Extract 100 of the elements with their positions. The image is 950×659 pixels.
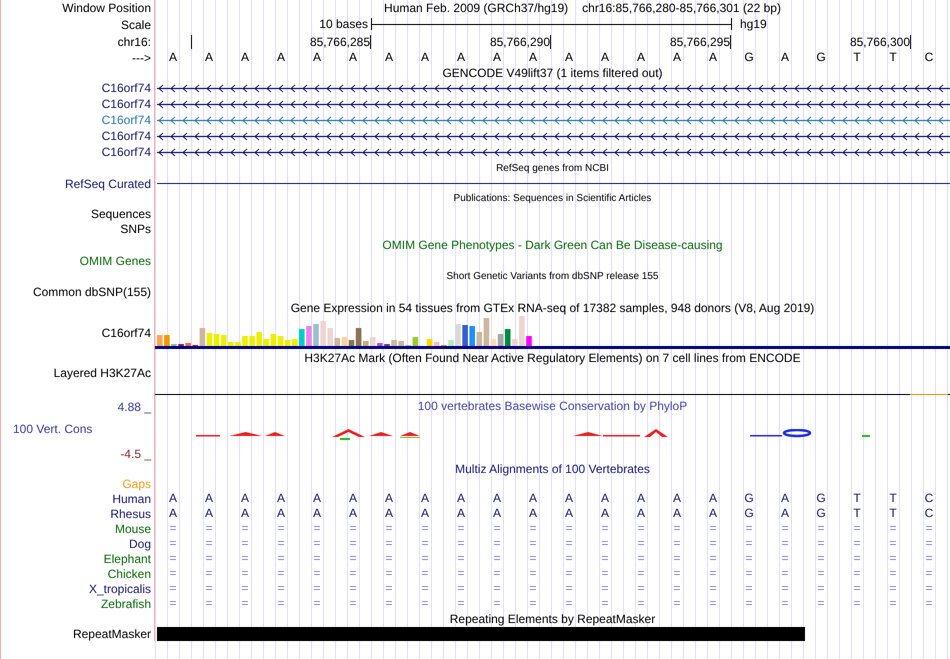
base-letter: T bbox=[852, 50, 862, 65]
track-label: Gaps bbox=[0, 477, 155, 491]
alignment-cell-text: = bbox=[312, 521, 322, 536]
base-letter: A bbox=[636, 50, 646, 65]
alignment-cell-text: = bbox=[600, 581, 610, 596]
alignment-cell-text: = bbox=[348, 596, 358, 611]
ruler-tick bbox=[910, 35, 911, 49]
base-letter: A bbox=[384, 50, 394, 65]
alignment-cell-text: G bbox=[815, 491, 827, 506]
alignment-cell-text: = bbox=[276, 551, 286, 566]
alignment-cell-text: A bbox=[708, 506, 718, 521]
position-text: chr16:85,766,280-85,766,301 (22 bp) bbox=[582, 1, 781, 15]
alignment-cell-text: = bbox=[816, 596, 826, 611]
alignment-cell-text: = bbox=[744, 596, 754, 611]
alignment-cell-text: A bbox=[636, 506, 646, 521]
alignment-cell-text: = bbox=[672, 566, 682, 581]
alignment-cell-text: = bbox=[780, 521, 790, 536]
coordinate-label: 85,766,295 bbox=[670, 35, 730, 49]
gene-label[interactable]: C16orf74 bbox=[102, 113, 151, 127]
track-label: Sequences bbox=[0, 206, 155, 221]
alignment-cell-text: A bbox=[636, 491, 646, 506]
track-label[interactable]: RefSeq Curated bbox=[64, 176, 151, 190]
alignment-cell-text: A bbox=[780, 491, 790, 506]
alignment-cell-text: A bbox=[240, 491, 250, 506]
base-letter: A bbox=[420, 50, 430, 65]
alignment-cell-text: = bbox=[888, 536, 898, 551]
alignment-cell-text: C bbox=[924, 491, 934, 506]
alignment-cell-text: A bbox=[276, 491, 286, 506]
alignment-cell-text: = bbox=[204, 566, 214, 581]
alignment-cell-text: = bbox=[852, 581, 862, 596]
alignment-cell-text: A bbox=[780, 506, 790, 521]
alignment-cell-text: A bbox=[420, 491, 430, 506]
track-title: Publications: Sequences in Scientific Articles bbox=[454, 193, 652, 204]
base-letter: A bbox=[600, 50, 610, 65]
gene-label[interactable]: C16orf74 bbox=[102, 97, 151, 111]
alignment-cell-text: = bbox=[780, 566, 790, 581]
alignment-cell-text: T bbox=[852, 491, 862, 506]
alignment-cell-text: = bbox=[492, 581, 502, 596]
axis-label: 4.88 _ bbox=[116, 400, 151, 414]
alignment-cell-text: = bbox=[564, 566, 574, 581]
alignment-cell-text: A bbox=[204, 506, 214, 521]
alignment-cell-text: = bbox=[240, 521, 250, 536]
alignment-cell-text: A bbox=[420, 506, 430, 521]
base-letter: A bbox=[672, 50, 682, 65]
species-label: X_tropicalis bbox=[88, 582, 151, 596]
track-title: GENCODE V49lift37 (1 items filtered out) bbox=[442, 66, 663, 80]
alignment-cell-text: = bbox=[384, 566, 394, 581]
alignment-cell-text: = bbox=[600, 536, 610, 551]
alignment-cell-text: = bbox=[276, 581, 286, 596]
base-letter: A bbox=[780, 50, 790, 65]
gene-label[interactable]: C16orf74 bbox=[102, 129, 151, 143]
alignment-cell-text: = bbox=[528, 566, 538, 581]
base-letter: A bbox=[276, 50, 286, 65]
ruler-tick bbox=[191, 35, 192, 49]
alignment-cell-text: = bbox=[456, 596, 466, 611]
alignment-cell-text: = bbox=[492, 596, 502, 611]
alignment-cell-text: A bbox=[564, 491, 574, 506]
alignment-cell-text: = bbox=[924, 566, 934, 581]
species-label: Dog bbox=[128, 536, 151, 550]
species-label: Chicken bbox=[108, 566, 151, 580]
alignment-cell-text: = bbox=[564, 581, 574, 596]
coordinate-label: 85,766,290 bbox=[490, 35, 550, 49]
base-letter: A bbox=[204, 50, 214, 65]
alignment-cell-text: = bbox=[924, 536, 934, 551]
alignment-cell-text: A bbox=[168, 506, 178, 521]
alignment-cell-text: = bbox=[672, 551, 682, 566]
alignment-cell-text: = bbox=[168, 551, 178, 566]
alignment-cell-text: T bbox=[852, 506, 862, 521]
alignment-cell-text: = bbox=[852, 551, 862, 566]
alignment-cell-text: = bbox=[528, 596, 538, 611]
alignment-cell-text: A bbox=[528, 506, 538, 521]
alignment-cell-text: = bbox=[852, 521, 862, 536]
alignment-cell-text: = bbox=[348, 536, 358, 551]
alignment-cell-text: = bbox=[708, 566, 718, 581]
alignment-cell-text: = bbox=[348, 566, 358, 581]
alignment-cell-text: = bbox=[420, 581, 430, 596]
ruler-tick bbox=[370, 35, 371, 49]
alignment-cell-text: = bbox=[456, 551, 466, 566]
alignment-cell-text: = bbox=[816, 566, 826, 581]
alignment-cell-text: A bbox=[312, 506, 322, 521]
alignment-cell-text: = bbox=[240, 551, 250, 566]
alignment-cell-text: = bbox=[636, 536, 646, 551]
gene-label[interactable]: C16orf74 bbox=[102, 145, 151, 159]
ruler-tick bbox=[550, 35, 551, 49]
alignment-cell-text: = bbox=[672, 536, 682, 551]
alignment-cell-text: = bbox=[744, 521, 754, 536]
alignment-cell-text: = bbox=[492, 566, 502, 581]
alignment-cell-text: = bbox=[312, 551, 322, 566]
alignment-cell-text: = bbox=[528, 551, 538, 566]
alignment-cell-text: = bbox=[780, 551, 790, 566]
alignment-cell-text: = bbox=[708, 596, 718, 611]
alignment-cell-text: = bbox=[672, 596, 682, 611]
alignment-cell-text: = bbox=[204, 596, 214, 611]
gene-label[interactable]: C16orf74 bbox=[102, 81, 151, 95]
alignment-cell-text: = bbox=[924, 551, 934, 566]
alignment-cell-text: A bbox=[492, 491, 502, 506]
track-label: Layered H3K27Ac bbox=[54, 366, 151, 380]
alignment-cell-text: = bbox=[852, 596, 862, 611]
alignment-cell-text: G bbox=[743, 491, 755, 506]
track-title: Repeating Elements by RepeatMasker bbox=[450, 612, 656, 626]
